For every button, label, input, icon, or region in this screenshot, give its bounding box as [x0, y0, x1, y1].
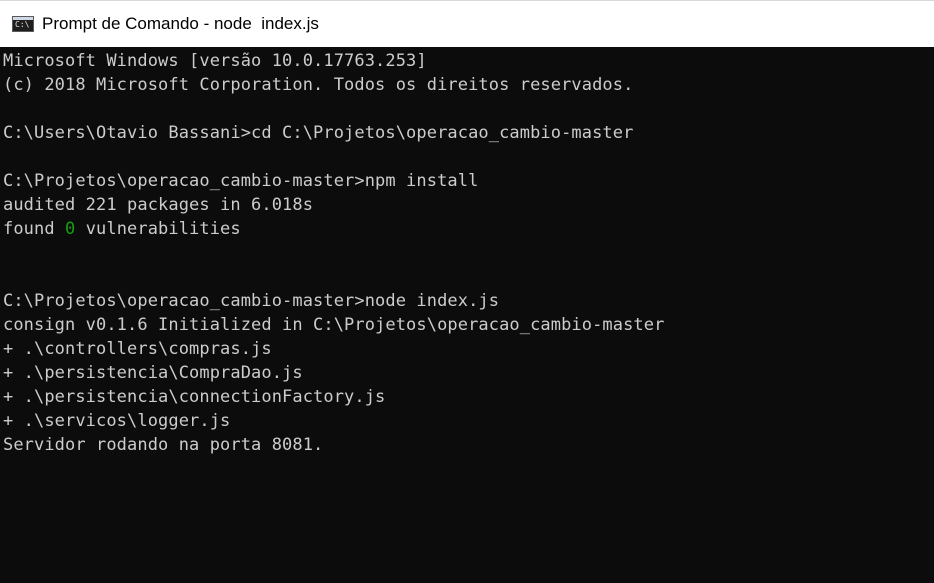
console-line: C:\Projetos\operacao_cambio-master>npm i… [3, 171, 479, 191]
console-line: + .\persistencia\CompraDao.js [3, 363, 303, 383]
console-line: + .\controllers\compras.js [3, 339, 272, 359]
cmd-icon[interactable]: C:\ [12, 16, 34, 32]
cmd-icon-glyph: C:\ [15, 19, 30, 29]
console-line: + .\servicos\logger.js [3, 411, 231, 431]
console-line: audited 221 packages in 6.018s [3, 195, 314, 215]
window-title: Prompt de Comando - node index.js [42, 14, 319, 33]
console-line: + .\persistencia\connectionFactory.js [3, 387, 386, 407]
console-line: C:\Projetos\operacao_cambio-master>node … [3, 291, 500, 311]
console-line-vulnerabilities: found 0 vulnerabilities [3, 217, 931, 241]
vuln-prefix: found [3, 219, 66, 239]
console-line: Servidor rodando na porta 8081. [3, 435, 324, 455]
console-output[interactable]: Microsoft Windows [versão 10.0.17763.253… [3, 49, 931, 579]
vuln-suffix: vulnerabilities [75, 219, 241, 239]
command-prompt-window: C:\ Prompt de Comando - node index.js Mi… [0, 0, 934, 583]
console-line: C:\Users\Otavio Bassani>cd C:\Projetos\o… [3, 123, 634, 143]
title-bar[interactable]: C:\ Prompt de Comando - node index.js [0, 0, 934, 47]
cmd-icon-bar [13, 17, 33, 20]
vuln-count: 0 [65, 219, 76, 239]
console-line: Microsoft Windows [versão 10.0.17763.253… [3, 51, 427, 71]
console-line: consign v0.1.6 Initialized in C:\Projeto… [3, 315, 665, 335]
console-line: (c) 2018 Microsoft Corporation. Todos os… [3, 75, 634, 95]
